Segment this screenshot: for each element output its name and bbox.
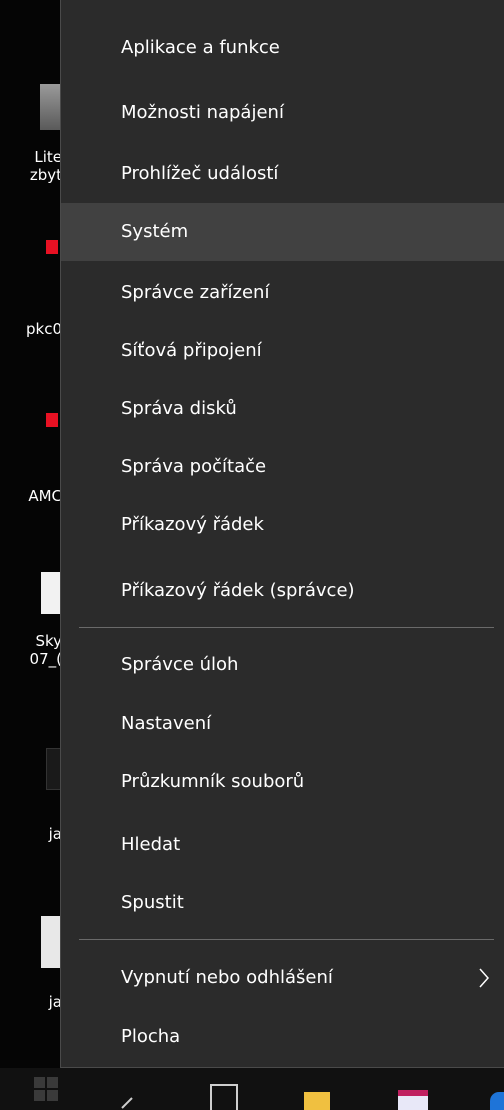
menu-item-run[interactable]: Spustit <box>61 874 504 932</box>
desktop-app-icon <box>46 413 58 427</box>
desktop-icon-label[interactable]: Sky 07_( <box>0 632 62 668</box>
taskbar <box>0 1068 504 1110</box>
menu-item-computer-management[interactable]: Správa počítače <box>61 438 504 496</box>
menu-item-command-prompt-admin[interactable]: Příkazový řádek (správce) <box>61 562 504 620</box>
menu-separator <box>79 627 494 628</box>
menu-item-task-manager[interactable]: Správce úloh <box>61 636 504 694</box>
desktop-icon-label[interactable]: pkc0 <box>0 320 62 338</box>
desktop-icon-label[interactable]: ja <box>0 993 62 1011</box>
menu-item-network-connections[interactable]: Síťová připojení <box>61 322 504 380</box>
file-explorer-icon[interactable] <box>304 1092 330 1110</box>
desktop-file-thumbnail <box>40 84 60 130</box>
menu-item-device-manager[interactable]: Správce zařízení <box>61 264 504 322</box>
menu-item-power-options[interactable]: Možnosti napájení <box>61 84 504 142</box>
menu-separator <box>79 939 494 940</box>
menu-item-search[interactable]: Hledat <box>61 816 504 874</box>
desktop-file-thumbnail <box>41 572 60 614</box>
calendar-icon[interactable] <box>398 1090 428 1110</box>
menu-item-settings[interactable]: Nastavení <box>61 695 504 753</box>
desktop-icon-label[interactable]: Lite zbyt <box>0 148 62 184</box>
menu-item-shut-down-or-sign-out[interactable]: Vypnutí nebo odhlášení <box>61 949 504 1007</box>
desktop-icon-label[interactable]: ja <box>0 825 62 843</box>
menu-item-system[interactable]: Systém <box>61 203 504 261</box>
search-icon[interactable] <box>118 1084 142 1110</box>
menu-item-file-explorer[interactable]: Průzkumník souborů <box>61 753 504 811</box>
menu-item-command-prompt[interactable]: Příkazový řádek <box>61 496 504 554</box>
menu-item-event-viewer[interactable]: Prohlížeč událostí <box>61 145 504 203</box>
app-icon[interactable] <box>490 1092 504 1110</box>
windows-start-icon[interactable] <box>34 1077 58 1101</box>
desktop-app-icon <box>46 240 58 254</box>
menu-item-apps-and-features[interactable]: Aplikace a funkce <box>61 19 504 77</box>
desktop-icon-label[interactable]: AMC <box>0 487 62 505</box>
power-user-menu: Aplikace a funkce Možnosti napájení Proh… <box>60 0 504 1068</box>
desktop-file-thumbnail <box>41 916 60 968</box>
menu-item-disk-management[interactable]: Správa disků <box>61 380 504 438</box>
chevron-right-icon <box>479 968 490 988</box>
task-view-icon[interactable] <box>210 1084 238 1110</box>
menu-item-desktop[interactable]: Plocha <box>61 1008 504 1066</box>
